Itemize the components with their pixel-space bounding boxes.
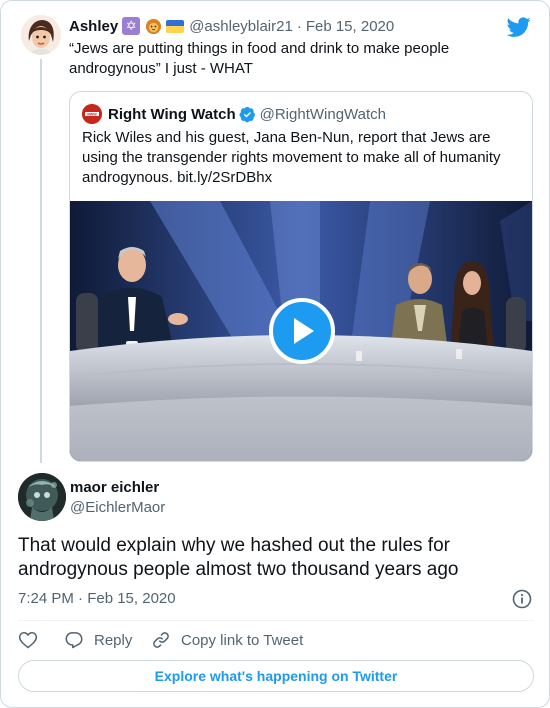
thread-connector-line xyxy=(40,59,42,463)
info-icon[interactable] xyxy=(512,589,532,609)
ukraine-flag-icon xyxy=(166,19,185,33)
quoted-tweet-header: Right Wing Watch @RightWingWatch xyxy=(108,104,386,124)
like-button[interactable] xyxy=(18,630,64,650)
reply-tweet-text: That would explain why we hashed out the… xyxy=(18,535,459,580)
reply-label: Reply xyxy=(94,631,133,649)
svg-text:RWW: RWW xyxy=(87,112,97,116)
avatar-maor-eichler[interactable] xyxy=(18,473,66,521)
link-icon xyxy=(153,632,169,648)
copy-link-button[interactable]: Copy link to Tweet xyxy=(151,630,303,650)
actions-divider xyxy=(18,620,534,621)
quoted-display-name: Right Wing Watch xyxy=(108,105,236,123)
lion-icon xyxy=(144,17,162,35)
quoted-tweet[interactable]: RWW Right Wing Watch @RightWingWatch Ric… xyxy=(69,91,533,462)
memoji-avatar-image xyxy=(21,15,61,55)
avatar-ashley[interactable] xyxy=(21,15,61,55)
star-of-david-icon: ✡ xyxy=(122,17,141,35)
quoted-handle: @RightWingWatch xyxy=(259,105,386,123)
twitter-bird-icon[interactable] xyxy=(507,15,531,39)
avatar-right-wing-watch: RWW xyxy=(82,104,102,124)
video-thumbnail[interactable] xyxy=(70,201,532,461)
play-icon xyxy=(294,318,314,344)
verified-badge-icon xyxy=(239,106,255,122)
explore-twitter-button[interactable]: Explore what's happening on Twitter xyxy=(18,660,534,692)
reply-timestamp[interactable]: 7:24 PM · Feb 15, 2020 xyxy=(18,590,176,607)
reply-display-name[interactable]: maor eichler xyxy=(70,479,159,496)
copy-link-label: Copy link to Tweet xyxy=(181,631,304,649)
tweet-embed-card: Ashley ✡ @ashleyblair21 · Feb 15, 2020 “… xyxy=(0,0,550,708)
profile-photo xyxy=(18,473,66,521)
parent-tweet-text: “Jews are putting things in food and dri… xyxy=(69,40,450,77)
parent-display-name[interactable]: Ashley xyxy=(69,18,118,35)
reply-handle[interactable]: @EichlerMaor xyxy=(70,499,165,516)
play-video-button[interactable] xyxy=(269,298,335,364)
parent-tweet-header: Ashley ✡ @ashleyblair21 · Feb 15, 2020 xyxy=(69,16,394,36)
heart-icon xyxy=(18,631,38,649)
parent-date[interactable]: Feb 15, 2020 xyxy=(306,18,394,35)
parent-handle[interactable]: @ashleyblair21 xyxy=(189,18,293,35)
reply-button[interactable]: Reply xyxy=(64,630,151,650)
header-separator: · xyxy=(296,17,302,35)
quoted-tweet-text: Rick Wiles and his guest, Jana Ben-Nun, … xyxy=(82,129,501,186)
reply-bubble-icon xyxy=(65,632,83,649)
tweet-actions-bar: Reply Copy link to Tweet xyxy=(18,629,303,651)
